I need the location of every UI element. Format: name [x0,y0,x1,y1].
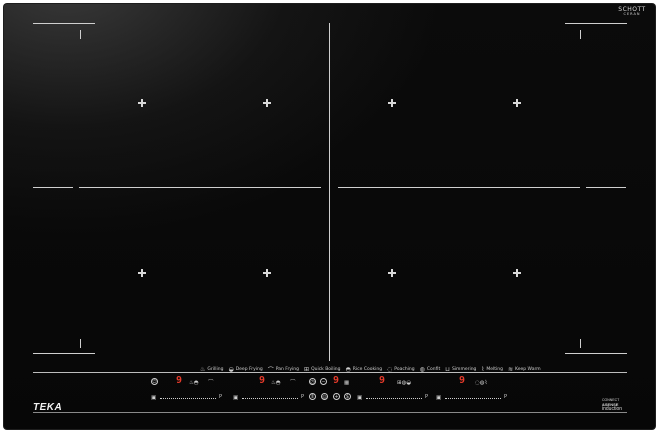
pan-center-mark [138,269,146,277]
quick-boiling-icon: ⊞ [304,366,310,373]
rice-cooking-icon: ◓ [345,366,351,373]
zone-3-select-icon[interactable]: ▣ [357,394,362,402]
zone-divider-horizontal [79,187,321,188]
zone-1-level-display: 9 [176,375,183,386]
glass-brand-logo: SCHOTT CERAN [618,6,646,16]
zone-4-slider-end-label: P [504,394,508,400]
function-confit[interactable]: ◍ Confit [420,366,441,373]
zone-outline [580,30,581,39]
zone-outline [580,339,581,348]
cooktop-surface: SCHOTT CERAN ♨ Grilling ◒ Deep Frying ⌒ Pan… [3,3,656,430]
function-quick-boiling[interactable]: ⊞ Quick Boiling [304,366,341,373]
cooking-functions-bar: ♨ Grilling ◒ Deep Frying ⌒ Pan Frying ⊞ Quic… [200,365,541,374]
pan-center-mark [138,99,146,107]
zone-outline [80,339,81,348]
timer-icon[interactable]: ◷ [309,378,316,385]
zone-1-select-icon[interactable]: ▣ [151,394,156,402]
zone-divider-horizontal [586,187,626,188]
power-button[interactable]: ⏻ [151,378,158,385]
zone-outline [565,23,627,24]
panel-bottom-line [33,412,627,413]
zone-divider-horizontal [33,187,73,188]
zone-2-pot-icon[interactable]: ♨◓ [271,379,281,387]
zone-3-power-slider[interactable] [366,398,422,400]
frying-icon: ♨ [200,366,206,373]
zone-3-pot-icon[interactable]: ⊞◍◒ [397,379,411,387]
pan-center-mark [263,269,271,277]
zone-2-slider-end-label: P [301,394,305,400]
function-melting[interactable]: ⌇ Melting [481,366,503,373]
connect-button[interactable]: ◎ [321,393,328,400]
zone-1-slider-end-label: P [219,394,223,400]
timer-minus-button[interactable]: − [320,378,327,385]
confit-icon: ◍ [419,366,425,373]
melting-icon: ⌇ [481,366,485,373]
timer-display: 9 [333,375,340,386]
function-simmering[interactable]: ⊔ Simmering [445,366,476,373]
zone-divider-vertical [329,23,330,361]
function-poaching[interactable]: ◌ Poaching [387,366,415,373]
pause-button[interactable]: Ⅱ [309,393,316,400]
zone-4-select-icon[interactable]: ▣ [436,394,441,402]
simmering-icon: ⊔ [445,366,450,373]
pan-center-mark [388,99,396,107]
lock-button[interactable]: $ [344,393,351,400]
zone-2-pan-icon[interactable]: ⌒ [290,379,296,387]
zone-3-slider-end-label: P [425,394,429,400]
zone-1-pot-icon[interactable]: ♨◓ [189,379,199,387]
zone-2-power-slider[interactable] [242,398,298,400]
function-rice-cooking[interactable]: ◓ Rice Cooking [346,366,383,373]
zone-divider-horizontal [338,187,580,188]
keep-warm-icon: ≋ [507,366,513,373]
zone-4-level-display: 9 [459,375,466,386]
timer-plus-button[interactable]: + [333,393,340,400]
brand-logo: TEKA [33,402,63,413]
pan-center-mark [513,99,521,107]
zone-4-power-slider[interactable] [445,398,501,400]
poaching-icon: ◌ [387,366,393,373]
zone-1-power-slider[interactable] [160,398,216,400]
zone-outline [80,30,81,39]
zone-outline [565,353,627,354]
zone-2-select-icon[interactable]: ▣ [233,394,238,402]
boost-icon[interactable]: ▦ [344,379,349,387]
pan-frying-icon: ⌒ [267,367,274,374]
zone-outline [33,23,95,24]
function-deep-frying[interactable]: ◒ Deep Frying [228,366,262,373]
zone-2-level-display: 9 [259,375,266,386]
zone-4-pan-icon[interactable]: ◌◍⌇ [475,379,487,387]
pan-center-mark [513,269,521,277]
pan-center-mark [388,269,396,277]
connect-sense-badge: CONNECT &SENSE induction [602,398,623,412]
function-pan-frying[interactable]: ⌒ Pan Frying [268,365,299,374]
function-grilling[interactable]: ♨ Grilling [200,366,223,373]
function-keep-warm[interactable]: ≋ Keep Warm [508,366,541,373]
deep-frying-icon: ◒ [228,366,234,373]
zone-outline [33,353,95,354]
pan-center-mark [263,99,271,107]
zone-3-level-display: 9 [379,375,386,386]
zone-1-pan-icon[interactable]: ⌒ [208,379,214,387]
